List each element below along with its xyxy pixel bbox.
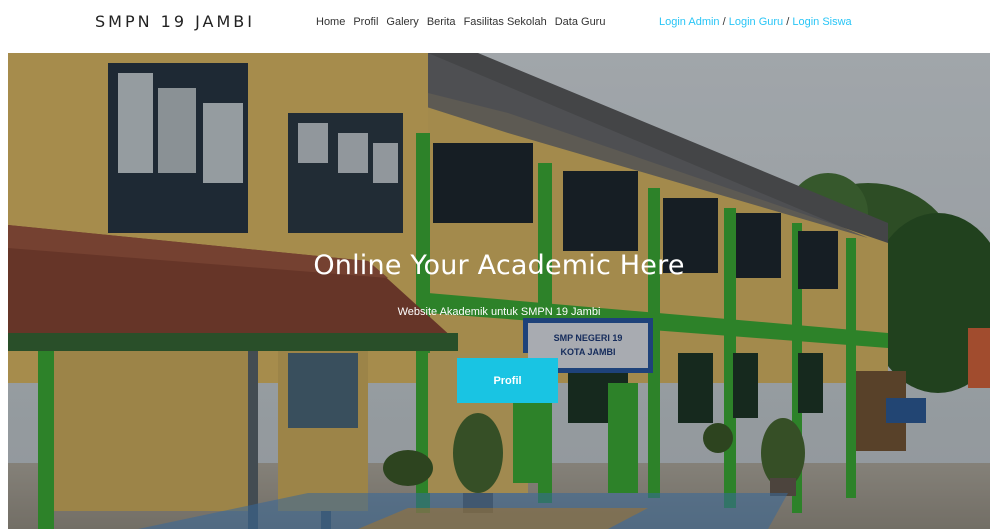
nav-link-galery[interactable]: Galery <box>386 16 418 28</box>
nav-link-data-guru[interactable]: Data Guru <box>555 16 606 28</box>
nav-link-fasilitas-sekolah[interactable]: Fasilitas Sekolah <box>464 16 547 28</box>
nav-link-home[interactable]: Home <box>316 16 345 28</box>
login-separator: / <box>786 16 790 28</box>
nav-link-profil[interactable]: Profil <box>353 16 378 28</box>
hero-subtitle: Website Akademik untuk SMPN 19 Jambi <box>397 306 601 318</box>
login-admin-link[interactable]: Login Admin <box>659 16 720 28</box>
profil-button[interactable]: Profil <box>457 358 558 403</box>
login-separator: / <box>722 16 726 28</box>
nav-link-berita[interactable]: Berita <box>427 16 456 28</box>
hero-overlay <box>8 53 990 529</box>
main-nav: Home Profil Galery Berita Fasilitas Seko… <box>316 16 605 28</box>
site-brand[interactable]: SMPN 19 JAMBI <box>95 12 255 31</box>
top-navbar: SMPN 19 JAMBI Home Profil Galery Berita … <box>0 0 990 46</box>
hero-section: SMP NEGERI 19 KOTA JAMBI Online Your Aca… <box>8 53 990 529</box>
login-links: Login Admin / Login Guru / Login Siswa <box>659 16 852 28</box>
login-siswa-link[interactable]: Login Siswa <box>792 16 851 28</box>
login-guru-link[interactable]: Login Guru <box>729 16 783 28</box>
hero-title: Online Your Academic Here <box>313 250 685 281</box>
